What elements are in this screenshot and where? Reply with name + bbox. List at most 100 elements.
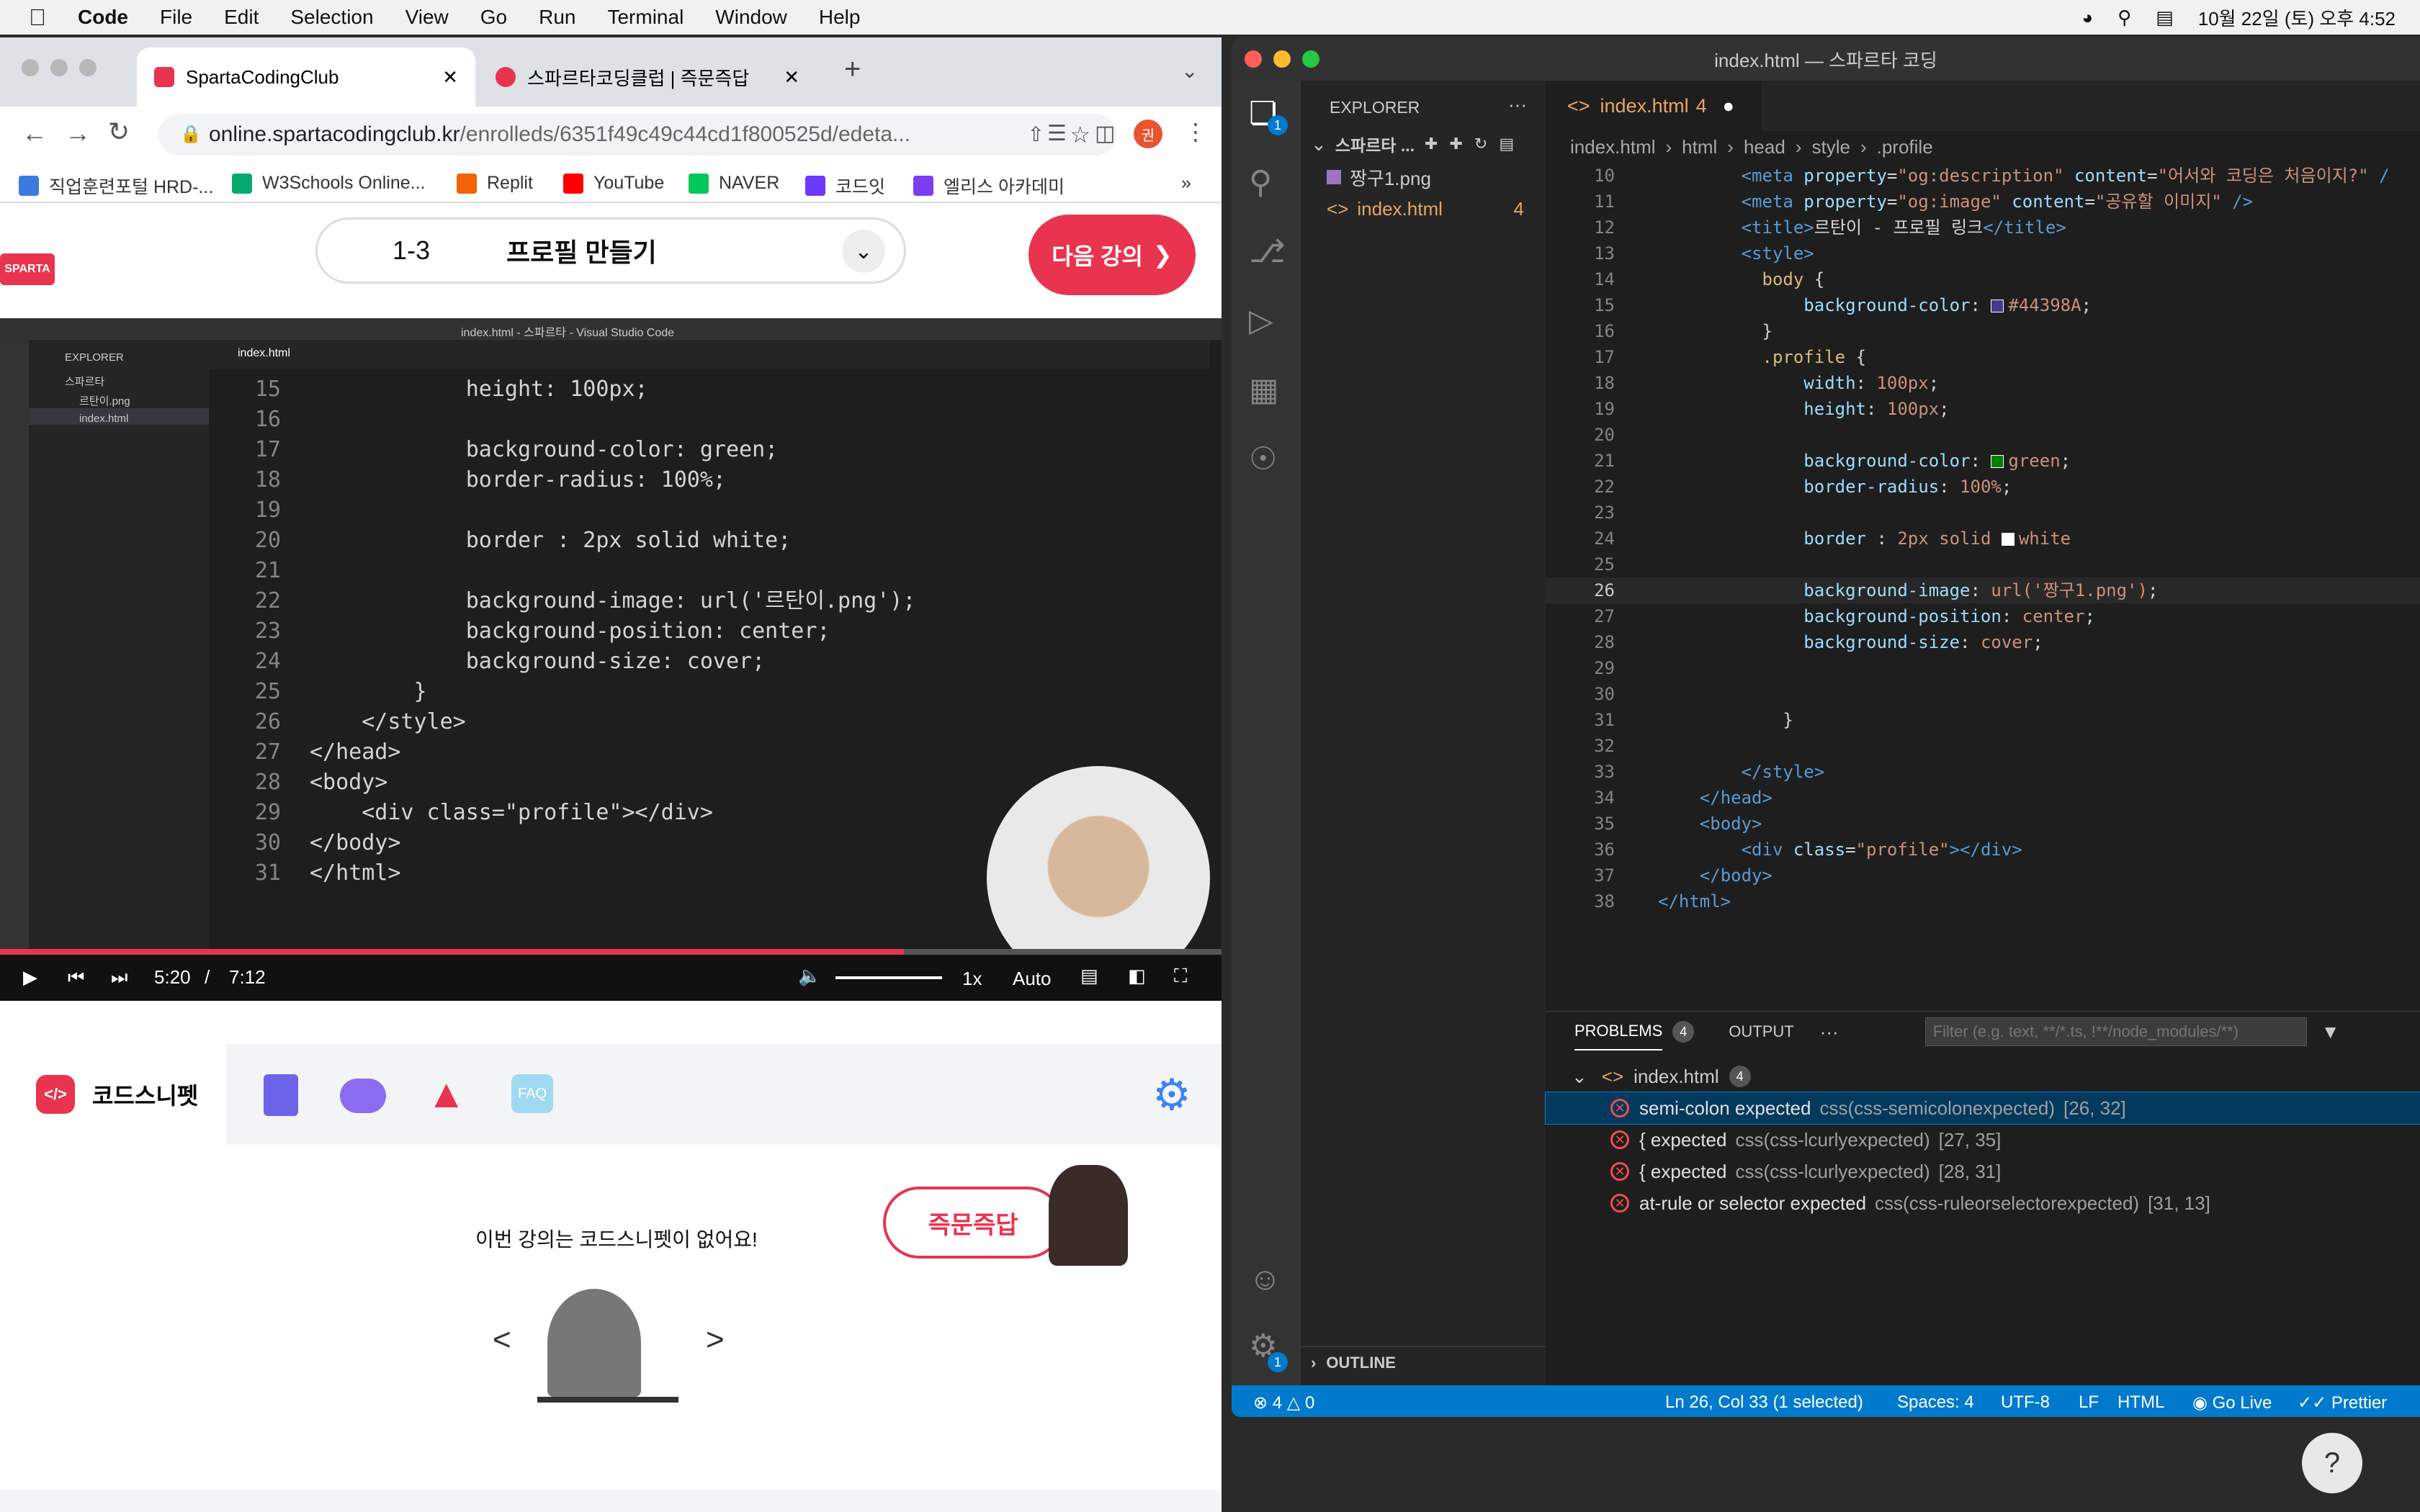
code-line[interactable]: 22 border-radius: 100%;: [1546, 474, 2012, 500]
code-line[interactable]: 34 </head>: [1546, 785, 1773, 811]
search-icon[interactable]: ⚲: [2118, 6, 2131, 29]
panel-more-icon[interactable]: ···: [1820, 1021, 1839, 1043]
chrome-menu-icon[interactable]: ⋮: [1184, 118, 1207, 145]
menu-file[interactable]: File: [160, 6, 192, 29]
problems-filter-input[interactable]: [1924, 1017, 2307, 1046]
breadcrumb-style[interactable]: style: [1811, 136, 1850, 158]
skip-forward-icon[interactable]: ⏭: [111, 966, 127, 989]
new-file-icon[interactable]: ✚: [1425, 135, 1438, 153]
code-line[interactable]: 21 background-color: green;: [1546, 448, 2071, 474]
code-line[interactable]: 33 </style>: [1546, 759, 1824, 785]
tab-search-chevron-icon[interactable]: ⌄: [1181, 59, 1198, 83]
volume-slider[interactable]: [835, 976, 942, 979]
close-tab-icon[interactable]: ✕: [442, 66, 458, 89]
chat-bubble-icon[interactable]: [340, 1079, 386, 1113]
status-prettier[interactable]: ✓✓ Prettier: [2298, 1392, 2387, 1413]
code-line[interactable]: 36 <div class="profile"></div>: [1546, 837, 2022, 863]
breadcrumb-head[interactable]: head: [1744, 136, 1785, 158]
snippet-next-arrow[interactable]: >: [706, 1322, 725, 1358]
close-tab-icon[interactable]: ✕: [784, 66, 799, 89]
fullscreen-icon[interactable]: ⛶: [1174, 965, 1187, 988]
bookmarks-more[interactable]: »: [1181, 173, 1191, 194]
instant-qna-button[interactable]: 즉문즉답: [883, 1187, 1063, 1259]
editor-tab-index[interactable]: <> index.html 4 ●: [1546, 81, 1762, 131]
snippet-prev-arrow[interactable]: <: [493, 1322, 511, 1358]
browser-tab-2[interactable]: 스파르타코딩클럽 | 즉문즉답 ✕: [478, 48, 817, 107]
code-line[interactable]: 30: [1546, 681, 1658, 707]
volume-icon[interactable]: 🔈: [798, 965, 821, 987]
menu-app[interactable]: Code: [78, 6, 128, 29]
git-graph-icon[interactable]: ☉: [1249, 441, 1277, 477]
problems-file-row[interactable]: ⌄ <> index.html 4: [1546, 1061, 2420, 1092]
zoom-window-icon[interactable]: [1302, 50, 1319, 68]
status-eol[interactable]: LF: [2079, 1392, 2099, 1413]
help-button[interactable]: ?: [2302, 1433, 2362, 1493]
bookmark-naver[interactable]: NAVER: [689, 173, 779, 194]
problem-item[interactable]: ✕{ expected css(css-lcurlyexpected) [28, 3…: [1546, 1156, 2420, 1187]
code-line[interactable]: 32: [1546, 733, 1658, 759]
wifi-icon[interactable]: ◕: [2081, 6, 2093, 29]
pip-icon[interactable]: ◧: [1128, 965, 1146, 987]
close-window-icon[interactable]: [1245, 50, 1262, 68]
code-line[interactable]: 38 </html>: [1546, 888, 1731, 914]
control-center-icon[interactable]: ▤: [2156, 6, 2174, 29]
code-line[interactable]: 23: [1546, 500, 1658, 526]
play-icon[interactable]: ▶: [23, 966, 37, 989]
sparta-logo[interactable]: SPARTA: [0, 253, 55, 285]
faq-icon[interactable]: FAQ: [511, 1074, 553, 1113]
code-editor[interactable]: 10 <meta property="og:description" conte…: [1546, 163, 2420, 1054]
menu-window[interactable]: Window: [715, 6, 787, 29]
filter-icon[interactable]: ▼: [2321, 1021, 2340, 1043]
problem-item[interactable]: ✕ semi-colon expected css(css-semicolonexp…: [1545, 1092, 2420, 1125]
code-line[interactable]: 27 background-position: center;: [1546, 603, 2095, 629]
bookmark-w3schools[interactable]: W3Schools Online...: [232, 173, 426, 194]
code-line[interactable]: 29: [1546, 655, 1658, 681]
breadcrumb-profile[interactable]: .profile: [1877, 136, 1933, 158]
code-line[interactable]: 24 border : 2px solid white: [1546, 526, 2071, 552]
code-line[interactable]: 31 }: [1546, 707, 1793, 733]
bookmark-elice[interactable]: 엘리스 아카데미: [913, 173, 1065, 199]
code-line[interactable]: 20: [1546, 422, 1658, 448]
source-control-icon[interactable]: ⎇: [1249, 233, 1286, 270]
video-progress-bar[interactable]: [0, 949, 1222, 955]
new-tab-icon[interactable]: +: [844, 53, 861, 86]
browser-tab-1[interactable]: SpartaCodingClub ✕: [137, 48, 475, 107]
skip-back-icon[interactable]: ⏮: [68, 966, 84, 989]
search-icon[interactable]: ⚲: [1249, 164, 1272, 201]
extensions-icon[interactable]: ▦: [1249, 372, 1279, 408]
code-line[interactable]: 28 background-size: cover;: [1546, 629, 2043, 655]
back-icon[interactable]: ←: [22, 118, 48, 148]
settings-gear-icon[interactable]: ⚙: [1152, 1070, 1191, 1120]
menu-help[interactable]: Help: [819, 6, 861, 29]
minimize-window-icon[interactable]: [50, 59, 68, 76]
explorer-file-index[interactable]: <> index.html 4: [1301, 193, 1546, 225]
captions-icon[interactable]: ▤: [1080, 965, 1098, 987]
explorer-folder[interactable]: ⌄ 스파르타 ... ✚ ✚ ↻ ▤: [1301, 128, 1546, 160]
menubar-datetime[interactable]: 10월 22일 (토) 오후 4:52: [2198, 4, 2396, 31]
code-line[interactable]: 26 background-image: url('짱구1.png');: [1546, 577, 2420, 603]
profile-avatar[interactable]: 권: [1134, 120, 1162, 148]
menu-run[interactable]: Run: [539, 6, 575, 29]
tab-output[interactable]: OUTPUT: [1729, 1022, 1793, 1041]
share-icon[interactable]: ⇧: [1028, 122, 1044, 146]
code-line[interactable]: 18 width: 100px;: [1546, 370, 1939, 396]
status-indentation[interactable]: Spaces: 4: [1897, 1392, 1974, 1413]
bookmark-star-icon[interactable]: ☆: [1070, 121, 1090, 148]
code-line[interactable]: 14 body {: [1546, 266, 1824, 292]
bookmark-codeit[interactable]: 코드잇: [805, 173, 885, 199]
code-line[interactable]: 12 <title>르탄이 - 프로필 링크</title>: [1546, 215, 2066, 240]
account-icon[interactable]: ☺: [1249, 1261, 1281, 1297]
code-line[interactable]: 16 }: [1546, 318, 1773, 344]
minimize-window-icon[interactable]: [1273, 50, 1291, 68]
forward-icon[interactable]: →: [65, 118, 91, 148]
tab-code-snippet[interactable]: </> 코드스니펫: [0, 1044, 226, 1145]
reading-list-icon[interactable]: ☰: [1047, 121, 1067, 146]
playback-speed[interactable]: 1x: [962, 968, 982, 990]
collapse-icon[interactable]: ▤: [1499, 135, 1514, 153]
next-lecture-button[interactable]: 다음 강의 ❯: [1028, 215, 1196, 295]
video-quality[interactable]: Auto: [1013, 968, 1052, 990]
menu-edit[interactable]: Edit: [224, 6, 259, 29]
bookmark-replit[interactable]: Replit: [457, 173, 533, 194]
status-language[interactable]: HTML: [2118, 1392, 2164, 1413]
menu-terminal[interactable]: Terminal: [607, 6, 684, 29]
